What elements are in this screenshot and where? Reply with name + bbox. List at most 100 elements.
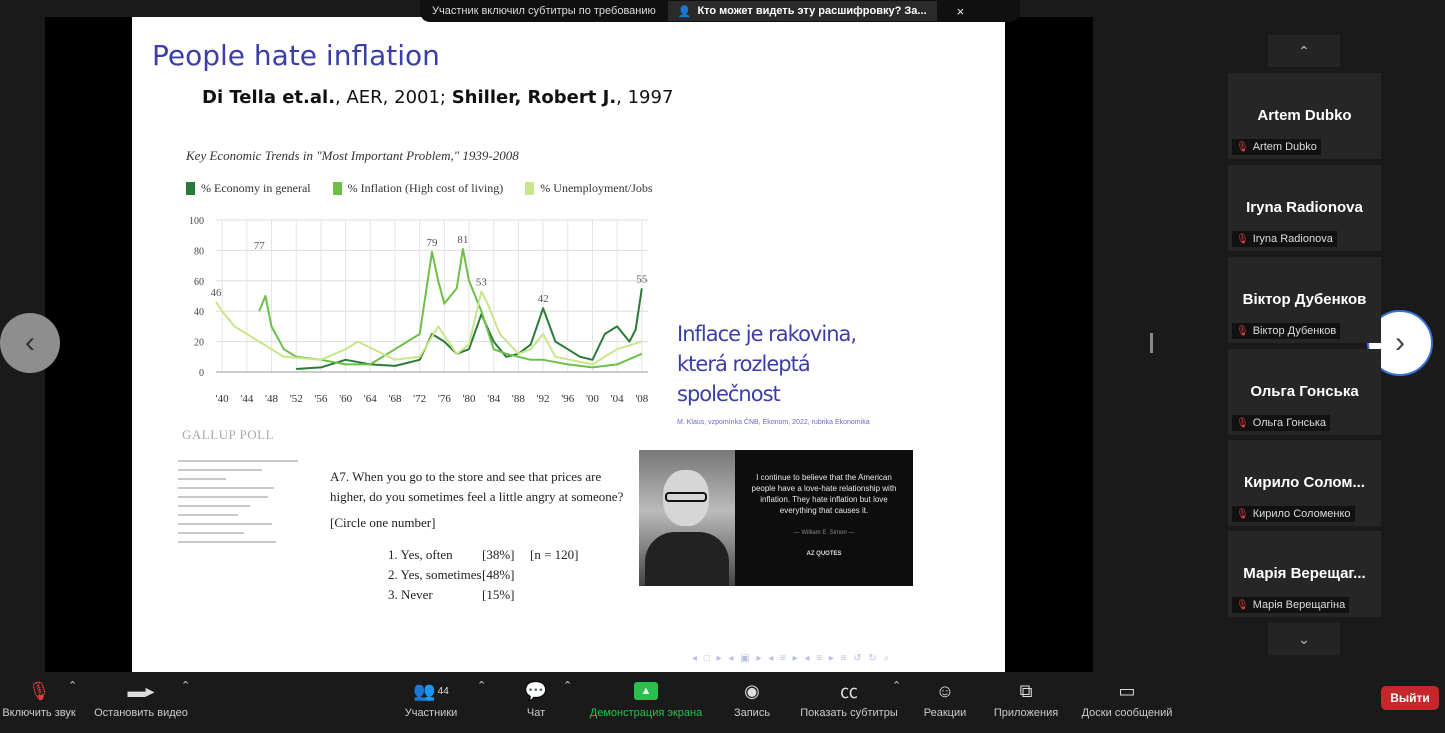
gallery-scroll-down-button[interactable]: ⌄	[1268, 623, 1340, 655]
whiteboards-label: Доски сообщений	[1081, 707, 1173, 719]
panel-resize-handle[interactable]	[1150, 333, 1153, 353]
data-label: 46	[211, 287, 223, 299]
captions-label: Показать субтитры	[800, 707, 898, 719]
transcript-visibility-label: Кто может видеть эту расшифровку? За...	[697, 5, 927, 17]
chart-title: Key Economic Trends in "Most Important P…	[186, 148, 519, 163]
legend-swatch	[332, 182, 342, 195]
reactions-button[interactable]: ☺ Реакции	[920, 679, 970, 720]
participants-button[interactable]: 👥 44 Участники	[400, 679, 462, 720]
legend-item: % Economy in general	[186, 181, 311, 196]
apps-button[interactable]: ⧉ Приложения	[990, 679, 1062, 720]
gallery-scroll-up-button[interactable]: ⌃	[1268, 35, 1340, 67]
x-tick-label: '04	[611, 393, 624, 405]
data-label: 55	[636, 273, 648, 285]
y-tick-label: 80	[194, 246, 204, 257]
legend-label: % Inflation (High cost of living)	[347, 181, 504, 195]
share-screen-label: Демонстрация экрана	[589, 707, 703, 719]
transcript-visibility-button[interactable]: 👤 Кто может видеть эту расшифровку? За...	[667, 1, 937, 21]
participant-tile[interactable]: Artem Dubko 🎙 Artem Dubko	[1228, 73, 1381, 159]
participant-tile[interactable]: Віктор Дубенков 🎙 Віктор Дубенков	[1228, 257, 1381, 343]
video-options-caret[interactable]: ⌃	[181, 679, 190, 692]
option-pct: [48%]	[482, 567, 515, 582]
participant-tile[interactable]: Ольга Гонська 🎙 Ольга Гонська	[1228, 349, 1381, 435]
survey-question-a7: A7. When you go to the store and see tha…	[330, 467, 630, 605]
survey-table-small	[178, 453, 298, 613]
option-label: 1. Yes, often	[388, 547, 453, 562]
participant-name: Artem Dubko	[1257, 107, 1352, 124]
leave-meeting-button[interactable]: Выйти	[1381, 686, 1439, 710]
participant-tag-label: Кирило Соломенко	[1252, 508, 1351, 520]
unmute-label: Включить звук	[2, 707, 76, 719]
legend-label: % Unemployment/Jobs	[540, 181, 653, 195]
quote-text: I continue to believe that the American …	[751, 473, 897, 515]
participant-tile[interactable]: Марія Верещаг... 🎙 Марія Верещагіна	[1228, 531, 1381, 617]
slide-title: People hate inflation	[152, 39, 440, 72]
citation-detail-2: , 1997	[616, 87, 674, 108]
legend-swatch	[186, 182, 195, 195]
chat-button[interactable]: 💬 Чат	[520, 679, 552, 720]
citation-author-1: Di Tella et.al.	[202, 87, 336, 108]
survey-instruction: [Circle one number]	[330, 515, 436, 530]
y-tick-label: 20	[194, 338, 204, 349]
x-tick-label: '60	[339, 393, 352, 405]
chevron-up-icon: ⌃	[1298, 42, 1310, 59]
people-icon: 👤	[677, 5, 692, 18]
slide-subtitle: Di Tella et.al., AER, 2001; Shiller, Rob…	[202, 87, 673, 108]
mic-muted-icon: 🎙	[27, 680, 51, 701]
mic-muted-icon: 🎙	[1236, 417, 1249, 429]
survey-option: 1. Yes, often [38%] [n = 120]	[388, 545, 630, 565]
participant-tag: 🎙 Марія Верещагіна	[1232, 597, 1350, 613]
whiteboard-icon: ▭	[1118, 680, 1136, 701]
x-tick-label: '44	[240, 393, 253, 405]
legend-item: % Inflation (High cost of living)	[332, 181, 504, 196]
captions-button[interactable]: ㏄ Показать субтитры	[796, 679, 902, 719]
x-tick-label: '72	[413, 393, 426, 405]
participants-icon: 👥 44	[413, 680, 449, 701]
portrait-image	[639, 450, 735, 586]
legend-item: % Unemployment/Jobs	[525, 181, 653, 196]
participant-tag: 🎙 Кирило Соломенко	[1232, 506, 1355, 522]
x-tick-label: '08	[635, 393, 648, 405]
close-icon[interactable]: ×	[957, 4, 965, 19]
x-tick-label: '96	[561, 393, 574, 405]
trends-line-chart: 0 20 40 60 80 100 '40 '44 '48 '52 '56 '60 '64 '68 '72 '…	[189, 216, 649, 405]
record-button[interactable]: ◉ Запись	[730, 679, 774, 720]
participant-tile[interactable]: Iryna Radionova 🎙 Iryna Radionova	[1228, 165, 1381, 251]
x-tick-label: '00	[586, 393, 599, 405]
unmute-button[interactable]: 🎙 Включить звук	[0, 679, 78, 720]
apps-icon: ⧉	[1019, 680, 1033, 701]
prev-page-button[interactable]: ‹	[0, 313, 60, 373]
y-tick-label: 40	[194, 307, 204, 318]
participant-tag-label: Віктор Дубенков	[1252, 325, 1337, 337]
apps-label: Приложения	[993, 707, 1059, 719]
mic-muted-icon: 🎙	[1236, 599, 1249, 611]
participant-tag: 🎙 Ольга Гонська	[1232, 415, 1331, 431]
chat-label: Чат	[526, 707, 546, 719]
quote-card-text: I continue to believe that the American …	[735, 450, 913, 586]
audio-options-caret[interactable]: ⌃	[68, 679, 77, 692]
x-tick-label: '48	[265, 393, 278, 405]
x-tick-label: '40	[216, 393, 229, 405]
chat-options-caret[interactable]: ⌃	[563, 679, 572, 692]
chat-icon: 💬	[524, 680, 548, 701]
x-tick-label: '92	[537, 393, 550, 405]
whiteboards-button[interactable]: ▭ Доски сообщений	[1076, 679, 1178, 720]
x-tick-label: '52	[290, 393, 303, 405]
captions-options-caret[interactable]: ⌃	[892, 679, 901, 692]
participant-name: Марія Верещаг...	[1243, 565, 1366, 582]
reactions-label: Реакции	[923, 707, 967, 719]
series-line	[215, 290, 643, 366]
participant-tag: 🎙 Iryna Radionova	[1232, 231, 1337, 247]
captions-notice: Участник включил субтитры по требованию	[432, 5, 656, 17]
gallup-logo: GALLUP POLL	[182, 427, 275, 442]
participants-options-caret[interactable]: ⌃	[477, 679, 486, 692]
survey-question: A7. When you go to the store and see tha…	[330, 469, 624, 504]
legend-label: % Economy in general	[201, 181, 311, 195]
data-label: 53	[476, 276, 488, 288]
share-screen-button[interactable]: ▲ Демонстрация экрана	[584, 679, 708, 719]
participant-tile[interactable]: Кирило Солом... 🎙 Кирило Соломенко	[1228, 440, 1381, 526]
option-pct: [15%]	[482, 587, 515, 602]
captions-banner: Участник включил субтитры по требованию …	[420, 0, 1020, 22]
stop-video-button[interactable]: ▬▸ Остановить видео	[90, 679, 192, 720]
option-pct: [38%]	[482, 547, 515, 562]
